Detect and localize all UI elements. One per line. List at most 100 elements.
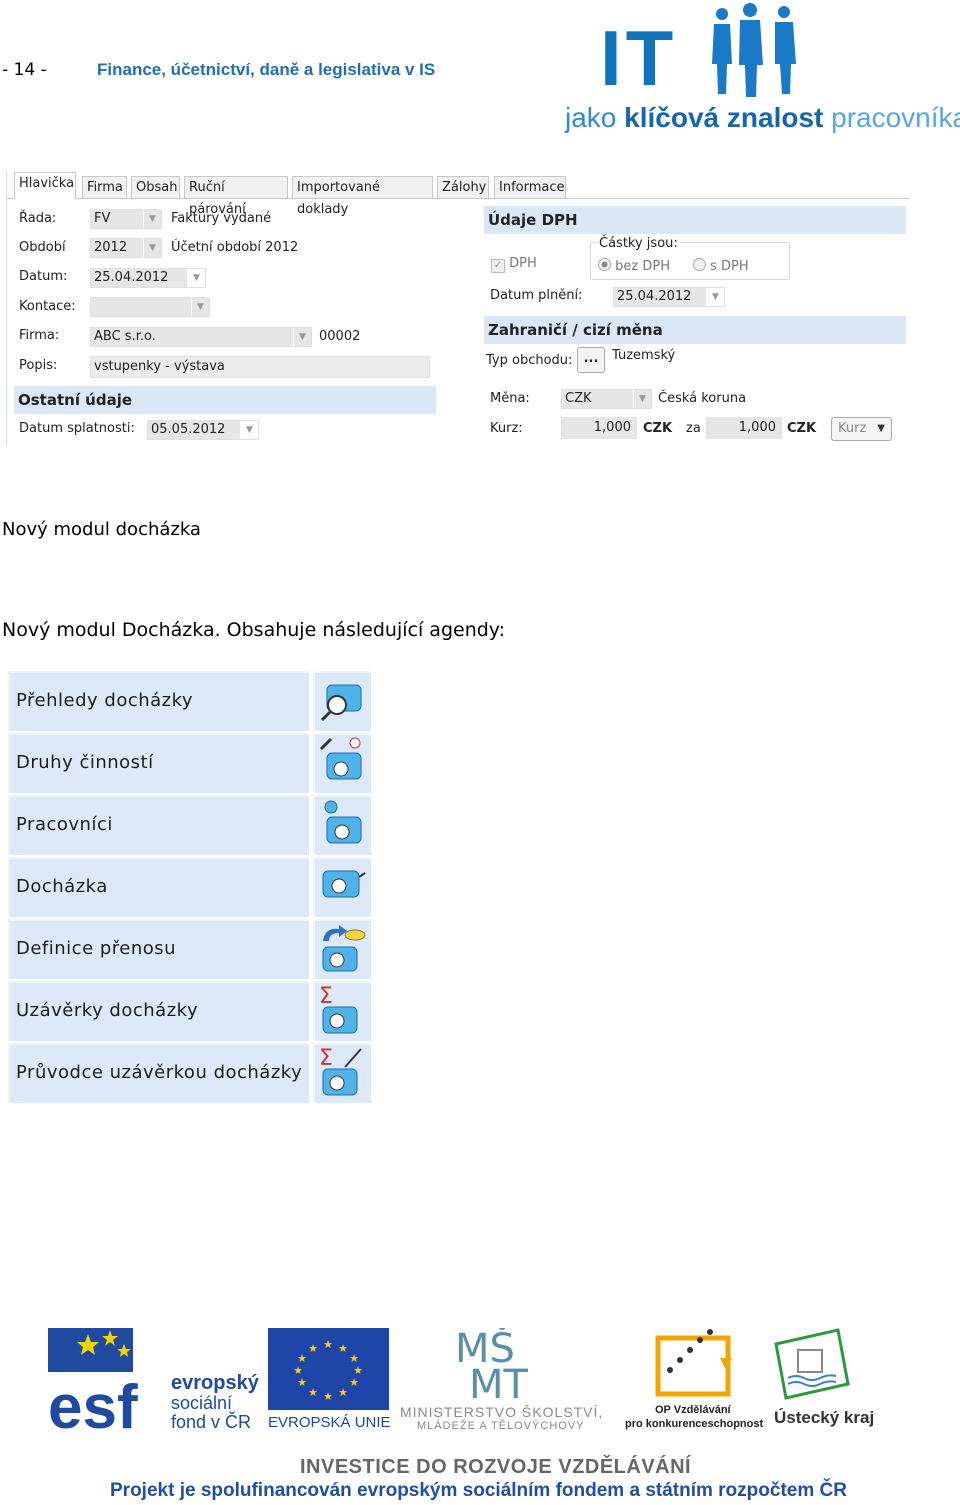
menu-item-label: Uzávěrky docházky <box>8 981 309 1041</box>
check-icon: ✓ <box>491 259 505 273</box>
chevron-down-icon: ▼ <box>293 328 311 346</box>
popis-label: Popis: <box>19 358 58 373</box>
datum-label: Datum: <box>19 269 68 284</box>
page-number: - 14 - <box>2 60 47 80</box>
investice-slogan: INVESTICE DO ROZVOJE VZDĚLÁVÁNÍ <box>300 1456 692 1478</box>
esf-line-3: fond v ČR <box>171 1412 252 1432</box>
svg-text:★: ★ <box>297 1352 307 1365</box>
kraj-emblem-icon <box>774 1328 850 1400</box>
bez-dph-radio[interactable]: bez DPH <box>598 258 670 274</box>
menu-item-dochazka[interactable]: Docházka <box>8 857 372 917</box>
splatnost-field[interactable]: 05.05.2012 ▼ <box>147 420 259 440</box>
logo-main: IT <box>600 14 678 102</box>
menu-item-label: Přehledy docházky <box>8 671 309 731</box>
tab-informace[interactable]: Informace <box>494 176 566 198</box>
tab-importovane-doklady[interactable]: Importované doklady <box>292 176 433 217</box>
zahranici-header: Zahraničí / cizí měna <box>484 316 906 344</box>
obdobi-select[interactable]: 2012 ▼ <box>90 238 162 258</box>
menu-item-druhy[interactable]: Druhy činností <box>8 733 372 793</box>
form-left-border <box>6 172 7 446</box>
invoice-header-form: Hlavička Firma Obsah Ruční párování Impo… <box>6 172 910 446</box>
chevron-down-icon: ▼ <box>240 421 258 439</box>
chevron-down-icon: ▼ <box>877 423 885 434</box>
kurz-currency-2: CZK <box>787 421 817 436</box>
svg-text:★: ★ <box>338 1342 348 1355</box>
closing-wizard-icon[interactable]: Σ <box>313 1043 371 1103</box>
kurz-button[interactable]: Kurz ▼ <box>831 417 892 441</box>
header-title: Finance, účetnictví, daně a legislativa … <box>97 60 436 79</box>
svg-text:★: ★ <box>293 1364 303 1377</box>
firma-code: 00002 <box>319 329 361 344</box>
it-logo: IT jako klíčová znalost pracovníka <box>560 0 960 140</box>
dph-checkbox[interactable]: ✓ DPH <box>491 256 537 273</box>
eu-flag-icon: ★ ★★★★★ ★★★★★★ <box>268 1328 389 1410</box>
kurz-za: za <box>686 421 701 436</box>
svg-text:★: ★ <box>349 1376 359 1389</box>
kurz-value-1[interactable]: 1,000 <box>561 417 637 439</box>
obdobi-text: Účetní období 2012 <box>171 240 299 255</box>
section-heading: Nový modul docházka <box>2 519 201 540</box>
menu-item-label: Docházka <box>8 857 309 917</box>
tab-zalohy[interactable]: Zálohy <box>437 176 489 198</box>
svg-text:★: ★ <box>308 1386 318 1399</box>
kontace-select[interactable]: ▼ <box>90 297 210 317</box>
op-logo: OP Vzdělávání pro konkurenceschopnost <box>625 1328 765 1432</box>
op-mark-icon <box>655 1329 732 1397</box>
eu-logo: ★ ★ ★ ★ ★ ★ ★ ★ ★ ★ ★ ★ EVROPSKÁ UNIE <box>268 1328 391 1432</box>
op-line-2: pro konkurenceschopnost <box>625 1418 764 1430</box>
menu-item-pracovnici[interactable]: Pracovníci <box>8 795 372 855</box>
chevron-down-icon: ▼ <box>187 269 205 287</box>
tab-rucni-parovani[interactable]: Ruční párování <box>184 176 288 217</box>
datum-field[interactable]: 25.04.2012 ▼ <box>90 268 206 288</box>
plneni-field[interactable]: 25.04.2012 ▼ <box>613 287 725 307</box>
mena-label: Měna: <box>490 391 530 406</box>
msmt-mark-icon: MŠ MT <box>455 1328 529 1400</box>
firma-select[interactable]: ABC s.r.o. ▼ <box>90 327 312 347</box>
svg-text:★: ★ <box>308 1342 318 1355</box>
attendance-overview-icon[interactable] <box>313 671 371 731</box>
mena-select[interactable]: CZK ▼ <box>561 389 652 409</box>
tab-firma[interactable]: Firma <box>82 176 127 198</box>
people-icon <box>712 3 796 97</box>
svg-text:Σ: Σ <box>319 1046 333 1071</box>
chevron-down-icon: ▼ <box>143 210 161 228</box>
rada-select[interactable]: FV ▼ <box>90 209 162 229</box>
transfer-definition-icon[interactable] <box>313 919 371 979</box>
esf-line-2: sociální <box>171 1393 233 1413</box>
menu-item-pruvodce[interactable]: Průvodce uzávěrkou docházky Σ <box>8 1043 372 1103</box>
esf-mark-icon: esf <box>48 1328 138 1432</box>
tab-bar: Hlavička Firma Obsah Ruční párování Impo… <box>6 172 910 217</box>
workers-icon[interactable] <box>313 795 371 855</box>
rada-label: Řada: <box>19 211 57 226</box>
svg-text:Σ: Σ <box>319 984 333 1009</box>
menu-item-definice[interactable]: Definice přenosu <box>8 919 372 979</box>
ustecky-kraj-logo: Ústecký kraj <box>772 1328 874 1432</box>
msmt-line-2: MLÁDEŽE A TĚLOVÝCHOVY <box>417 1420 585 1432</box>
menu-item-prehledy[interactable]: Přehledy docházky <box>8 671 372 731</box>
kurz-label: Kurz: <box>490 421 523 436</box>
activity-types-icon[interactable] <box>313 733 371 793</box>
svg-text:MT: MT <box>469 1362 529 1400</box>
attendance-icon[interactable] <box>313 857 371 917</box>
kurz-value-2[interactable]: 1,000 <box>706 417 782 439</box>
attendance-closing-icon[interactable]: Σ <box>313 981 371 1041</box>
plneni-label: Datum plnění: <box>490 288 583 303</box>
tab-hlavicka[interactable]: Hlavička <box>14 172 76 199</box>
menu-item-label: Definice přenosu <box>8 919 309 979</box>
s-dph-radio[interactable]: s DPH <box>693 258 749 274</box>
menu-item-uzaverky[interactable]: Uzávěrky docházky Σ <box>8 981 372 1041</box>
tab-obsah[interactable]: Obsah <box>131 176 180 198</box>
kurz-currency-1: CZK <box>643 421 673 436</box>
typ-obchodu-button[interactable]: ... <box>577 347 605 373</box>
svg-text:★: ★ <box>297 1376 307 1389</box>
svg-text:★: ★ <box>323 1338 333 1351</box>
svg-text:★: ★ <box>323 1390 333 1403</box>
menu-item-label: Druhy činností <box>8 733 309 793</box>
castky-label: Částky jsou: <box>597 236 680 251</box>
kontace-label: Kontace: <box>19 299 76 314</box>
typ-obchodu-label: Typ obchodu: <box>486 353 573 368</box>
esf-line-1: evropský <box>171 1372 259 1394</box>
popis-field[interactable]: vstupenky - výstava <box>90 356 430 378</box>
mena-text: Česká koruna <box>658 391 747 406</box>
intro-text: Nový modul Docházka. Obsahuje následujíc… <box>2 619 506 641</box>
